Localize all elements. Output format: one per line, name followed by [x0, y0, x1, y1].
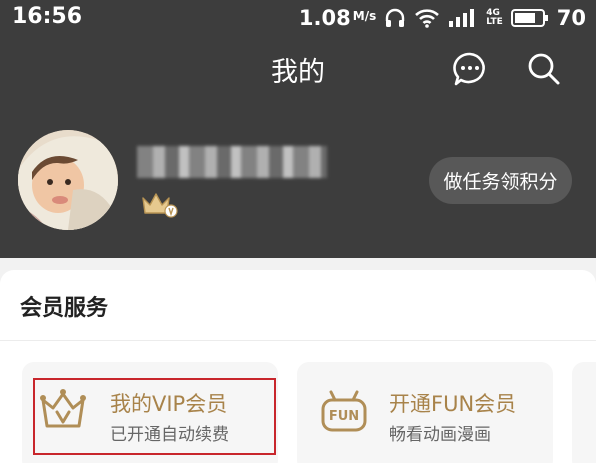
net-speed-unit: M/s	[352, 9, 377, 23]
net-speed-indicator: 1.08 M/s	[299, 6, 376, 30]
profile-header: 16:56 1.08 M/s 4G LTE 70 我的 做任务领积分	[0, 0, 596, 258]
network-type-bottom: LTE	[486, 17, 503, 27]
card-subtitle: 畅看动画漫画	[389, 425, 491, 445]
signal-icon	[449, 9, 475, 27]
child-photo-avatar	[18, 130, 118, 230]
earn-points-task-button[interactable]: 做任务领积分	[429, 157, 572, 204]
fun-member-card[interactable]: FUN 开通FUN会员 畅看动画漫画	[297, 362, 553, 463]
net-speed-value: 1.08	[298, 6, 351, 30]
headphones-icon	[386, 8, 405, 27]
section-divider	[0, 340, 596, 341]
search-icon[interactable]	[525, 50, 563, 88]
fun-badge-icon: FUN	[321, 390, 367, 432]
chat-bubble-icon[interactable]	[451, 50, 489, 88]
wifi-icon	[415, 9, 440, 28]
battery-level: 70	[556, 6, 586, 30]
section-title: 会员服务	[20, 296, 109, 321]
page-title: 我的	[271, 57, 325, 88]
vip-card-highlight-box	[33, 378, 276, 455]
status-bar: 16:56 1.08 M/s 4G LTE 70	[0, 0, 596, 36]
battery-icon	[510, 9, 548, 27]
avatar[interactable]	[18, 130, 118, 230]
next-card-peek[interactable]	[572, 362, 596, 463]
crown-badge-icon	[142, 193, 178, 218]
status-indicators: 1.08 M/s 4G LTE 70	[299, 4, 586, 32]
card-title: 开通FUN会员	[389, 392, 517, 416]
network-type: 4G LTE	[486, 9, 503, 27]
status-time: 16:56	[12, 4, 83, 29]
username	[137, 146, 327, 178]
svg-text:FUN: FUN	[329, 409, 359, 424]
